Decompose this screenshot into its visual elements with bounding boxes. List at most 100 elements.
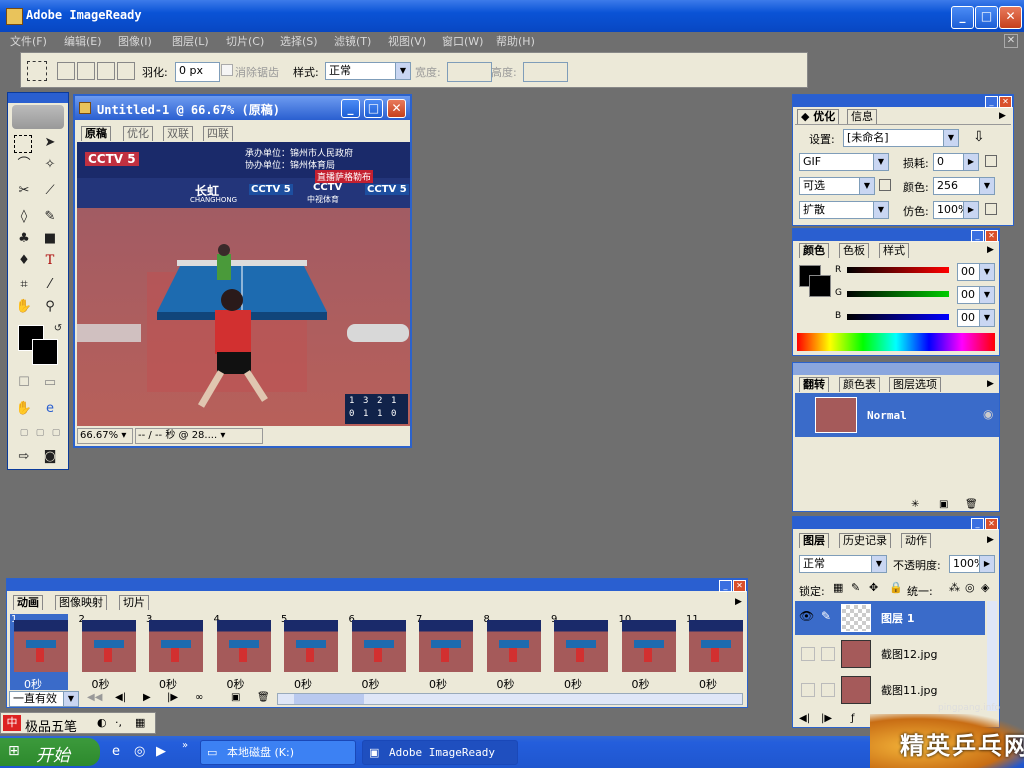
background-color-swatch[interactable] (32, 339, 58, 365)
panel-close-icon[interactable]: ✕ (733, 580, 746, 592)
tab-swatches[interactable]: 色板 (839, 243, 869, 258)
lock-position-icon[interactable]: ✥ (869, 581, 878, 594)
unify-style-icon[interactable]: ◈ (981, 581, 989, 594)
lossy-mask-icon[interactable] (985, 155, 997, 167)
loop-select[interactable]: 一直有效 ▼ (9, 691, 79, 707)
imageready-logo[interactable] (12, 105, 64, 129)
zoom-icon[interactable]: ⚲ (40, 297, 60, 317)
layer-row[interactable]: 截图11.jpg (795, 673, 985, 707)
frame-delay[interactable]: 0秒 (24, 676, 42, 692)
menu-file[interactable]: 文件(F) (10, 33, 47, 49)
maximize-button[interactable]: □ (975, 6, 998, 29)
panel-menu-arrow-icon[interactable]: ▶ (999, 111, 1006, 121)
tab-animation[interactable]: 动画 (13, 595, 43, 610)
menu-edit[interactable]: 编辑(E) (64, 33, 102, 49)
add-selection-icon[interactable] (77, 62, 95, 80)
tab-rollover[interactable]: 翻转 (799, 377, 829, 392)
marquee-icon[interactable] (14, 135, 32, 153)
g-input[interactable]: 00 ▼ (957, 286, 995, 304)
panel-menu-arrow-icon[interactable]: ▶ (987, 535, 994, 545)
dither-select[interactable]: 扩散 ▼ (799, 201, 889, 219)
tab-info[interactable]: 信息 (847, 109, 877, 124)
menu-close-icon[interactable]: ✕ (1004, 34, 1018, 48)
animation-frame[interactable]: 90秒 (550, 614, 608, 692)
opacity-input[interactable]: 100% ▶ (949, 555, 995, 573)
frame-delay[interactable]: 0秒 (159, 676, 177, 692)
unify-position-icon[interactable]: ⁂ (949, 581, 960, 594)
menu-image[interactable]: 图像(I) (118, 33, 152, 49)
width-input[interactable] (447, 62, 492, 82)
lock-transparency-icon[interactable]: ▦ (833, 581, 843, 594)
menu-layer[interactable]: 图层(L) (172, 33, 209, 49)
tween-icon[interactable]: ∞ (195, 692, 203, 703)
new-state-icon[interactable]: ▣ (939, 499, 948, 510)
menu-filter[interactable]: 滤镜(T) (334, 33, 371, 49)
frame-delay[interactable]: 0秒 (294, 676, 312, 692)
tab-actions[interactable]: 动作 (901, 533, 931, 548)
rollover-state-row[interactable]: Normal ◉ (795, 393, 999, 437)
next-frame-icon[interactable]: |▶ (167, 692, 178, 703)
format-select[interactable]: GIF ▼ (799, 153, 889, 171)
tab-layers[interactable]: 图层 (799, 533, 829, 548)
layer-row[interactable]: 👁 ✎ 图层 1 (795, 601, 985, 635)
frames-scrollbar-thumb[interactable] (294, 694, 364, 704)
tab-2up[interactable]: 双联 (163, 126, 193, 141)
next-frame-icon[interactable]: |▶ (821, 713, 832, 724)
zoom-select[interactable]: 66.67% ▾ (77, 428, 133, 444)
animation-frame[interactable]: 110秒 (685, 614, 743, 692)
lossy-input[interactable]: 0 ▶ (933, 153, 979, 171)
ime-keyboard-icon[interactable]: ▦ (135, 716, 145, 729)
frame-delay[interactable]: 0秒 (429, 676, 447, 692)
toggle-slices-icon[interactable]: ☐ (14, 373, 34, 393)
blend-mode-select[interactable]: 正常 ▼ (799, 555, 887, 573)
doc-close-button[interactable]: ✕ (387, 99, 406, 118)
visibility-toggle[interactable] (801, 647, 815, 661)
ime-name[interactable]: 极品五笔 (25, 716, 77, 735)
background-swatch[interactable] (809, 275, 831, 297)
jump-to-photoshop-icon[interactable]: ⇨ (14, 447, 34, 467)
brush-icon[interactable]: ✎ (40, 207, 60, 227)
ie-quicklaunch-icon[interactable]: e (112, 744, 120, 759)
new-selection-icon[interactable] (57, 62, 75, 80)
panel-minimize-icon[interactable]: _ (971, 230, 984, 242)
trash-icon[interactable]: 🗑 (965, 499, 978, 510)
brush-link-icon[interactable]: ✎ (821, 609, 831, 623)
unify-visibility-icon[interactable]: ◎ (965, 581, 975, 594)
type-icon[interactable]: T (40, 251, 60, 271)
color-spectrum-ramp[interactable] (797, 333, 995, 351)
frame-delay[interactable]: 0秒 (699, 676, 717, 692)
tab-optimize[interactable]: ◆ 优化 (797, 109, 840, 124)
tab-image-map[interactable]: 图像映射 (55, 595, 107, 610)
crop-icon[interactable]: ⌗ (14, 275, 34, 295)
tab-layer-options[interactable]: 图层选项 (889, 377, 941, 392)
layer-style-icon[interactable]: ƒ (851, 713, 855, 724)
dither-mask-icon[interactable] (985, 203, 997, 215)
panel-close-icon[interactable]: ✕ (985, 230, 998, 242)
prev-frame-icon[interactable]: ◀| (115, 692, 126, 703)
doc-maximize-button[interactable]: □ (364, 99, 383, 118)
menu-window[interactable]: 窗口(W) (442, 33, 483, 49)
marquee-tool-icon[interactable] (27, 61, 47, 81)
frame-delay[interactable]: 0秒 (227, 676, 245, 692)
lock-pixels-icon[interactable]: ✎ (851, 581, 860, 594)
frame-delay[interactable]: 0秒 (362, 676, 380, 692)
tab-history[interactable]: 历史记录 (839, 533, 891, 548)
settings-select[interactable]: [未命名] ▼ (843, 129, 959, 147)
stamp-icon[interactable]: ♣ (14, 229, 34, 249)
animation-frame[interactable]: 80秒 (483, 614, 541, 691)
imageready-app-icon[interactable] (6, 8, 23, 25)
frames-scrollbar[interactable] (277, 693, 743, 705)
tab-original[interactable]: 原稿 (81, 126, 111, 141)
eyedropper-icon[interactable]: ⁄ (40, 275, 60, 295)
ime-punctuation-icon[interactable]: ·, (115, 716, 122, 729)
media-quicklaunch-icon[interactable]: ▶ (156, 744, 166, 759)
hand-icon[interactable]: ✋ (14, 297, 34, 317)
delete-frame-icon[interactable]: 🗑 (257, 692, 270, 703)
r-input[interactable]: 00 ▼ (957, 263, 995, 281)
frame-delay[interactable]: 0秒 (564, 676, 582, 692)
style-select[interactable]: 正常 ▼ (325, 62, 411, 80)
link-toggle[interactable] (821, 683, 835, 697)
first-frame-icon[interactable]: ◀◀ (87, 692, 102, 703)
panel-minimize-icon[interactable]: _ (971, 518, 984, 530)
animation-frame[interactable]: 100秒 (618, 614, 676, 691)
